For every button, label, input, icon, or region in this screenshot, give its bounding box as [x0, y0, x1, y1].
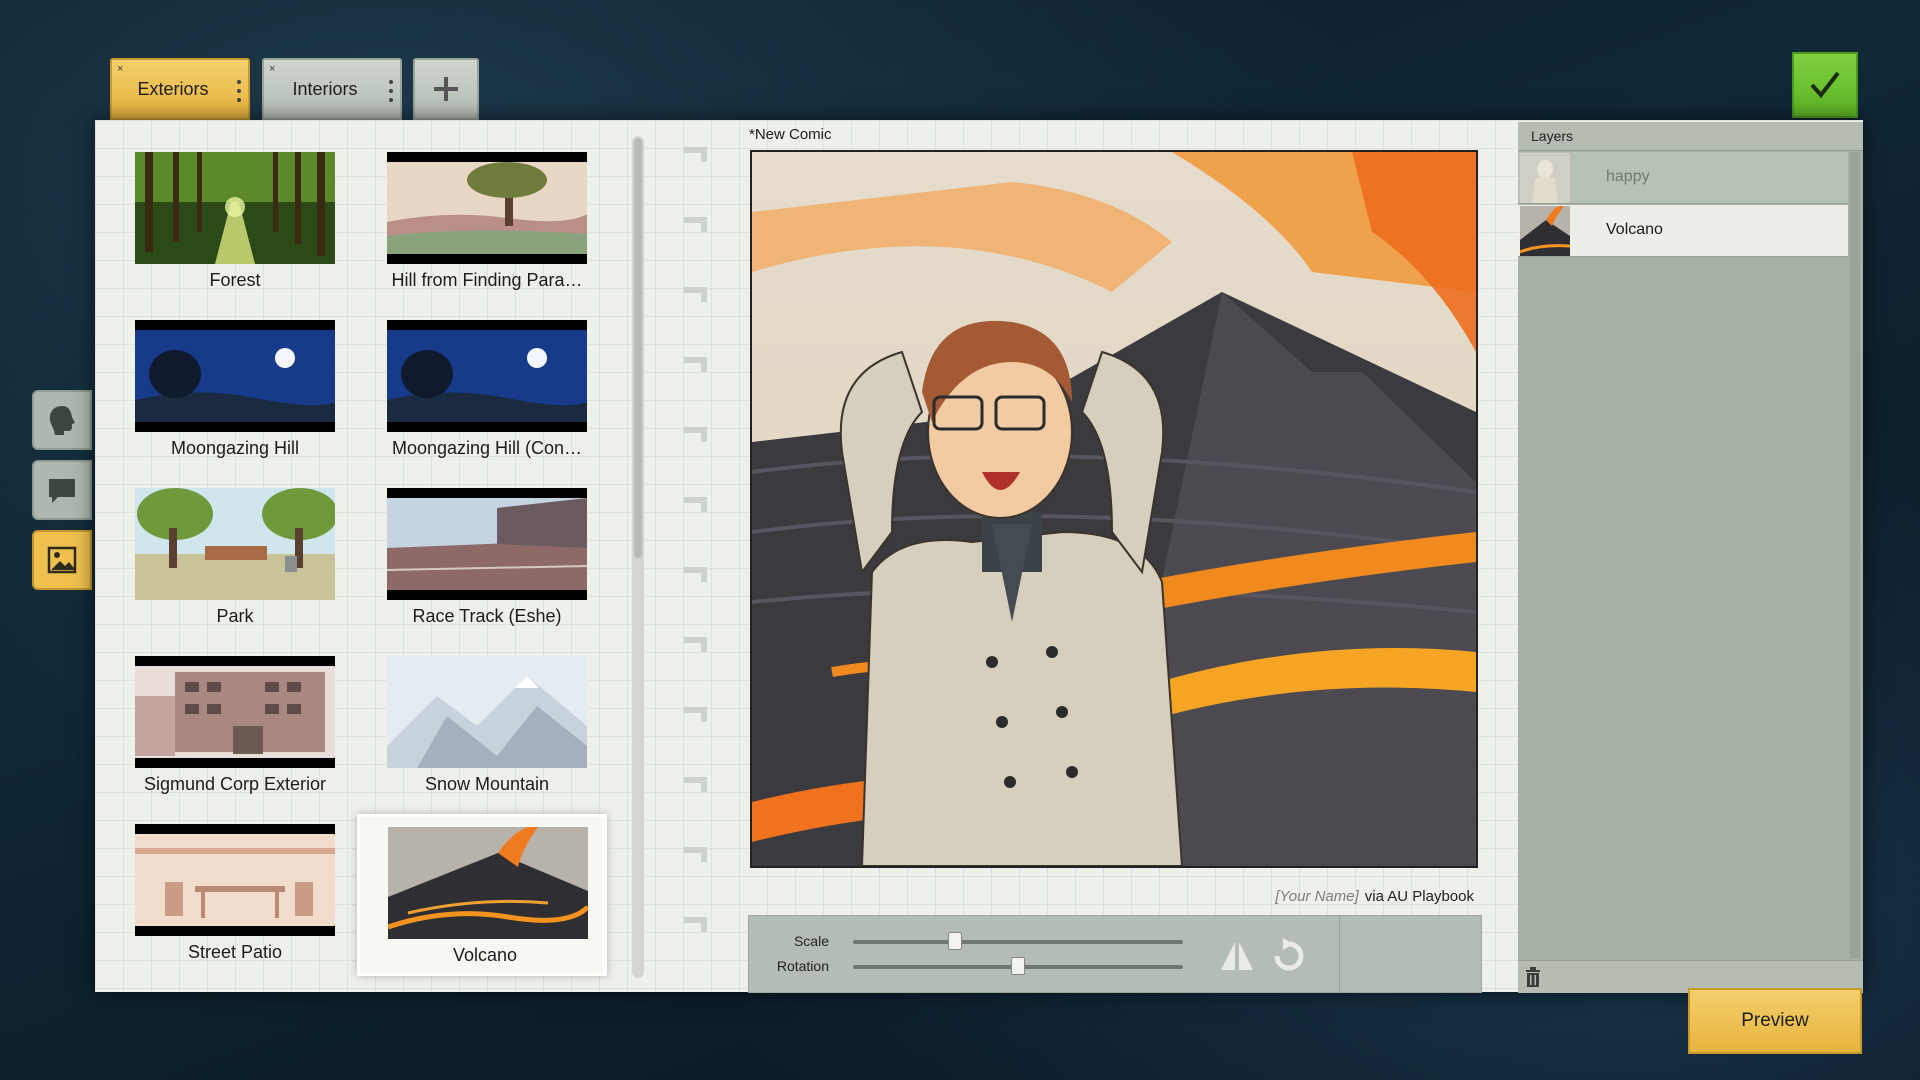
background-item-moongazing-hill-con[interactable]: Moongazing Hill (Con… — [377, 310, 627, 472]
document-title: *New Comic — [749, 126, 832, 143]
thumbnail — [135, 656, 335, 768]
tab-menu-icon[interactable] — [388, 80, 394, 102]
thumbnail — [135, 488, 335, 600]
layer-thumbnail — [1520, 153, 1570, 203]
plus-icon — [431, 74, 461, 104]
background-item-volcano[interactable]: Volcano — [357, 814, 607, 976]
tab-menu-icon[interactable] — [236, 80, 242, 102]
add-tab-button[interactable] — [413, 58, 479, 120]
background-item-street-patio[interactable]: Street Patio — [125, 814, 375, 976]
thumbnail-label: Forest — [125, 270, 345, 291]
tab-label: Interiors — [292, 79, 357, 100]
thumbnail-label: Park — [125, 606, 345, 627]
layer-item-volcano[interactable]: Volcano — [1518, 205, 1848, 257]
thumbnail — [387, 656, 587, 768]
thumbnail — [388, 827, 588, 939]
layer-name: Volcano — [1606, 221, 1663, 239]
scale-slider-knob[interactable] — [948, 932, 962, 950]
speech-tool-button[interactable] — [32, 460, 92, 520]
background-item-forest[interactable]: Forest — [125, 142, 375, 304]
thumbnail-label: Sigmund Corp Exterior — [125, 774, 345, 795]
thumbnail-label: Moongazing Hill (Con… — [377, 438, 597, 459]
layer-name: happy — [1606, 168, 1650, 186]
scale-slider[interactable] — [853, 940, 1183, 944]
background-item-race-track[interactable]: Race Track (Eshe) — [377, 478, 627, 640]
background-scrollbar-thumb[interactable] — [634, 138, 642, 558]
binder-rings — [676, 130, 716, 990]
thumbnail — [135, 824, 335, 936]
characters-tool-button[interactable] — [32, 390, 92, 450]
background-item-sigmund-corp[interactable]: Sigmund Corp Exterior — [125, 646, 375, 808]
background-item-hill[interactable]: Hill from Finding Para… — [377, 142, 627, 304]
credit-suffix: via AU Playbook — [1365, 888, 1474, 905]
thumbnail-label: Race Track (Eshe) — [377, 606, 597, 627]
comic-scene — [752, 152, 1476, 866]
flip-horizontal-icon[interactable] — [1217, 936, 1257, 976]
speech-bubble-icon — [45, 473, 79, 507]
character-head-icon — [44, 402, 80, 438]
divider — [1339, 916, 1340, 992]
thumbnail-label: Moongazing Hill — [125, 438, 345, 459]
background-grid: Forest Hill from Finding Para… — [125, 142, 625, 982]
rotation-slider-knob[interactable] — [1011, 957, 1025, 975]
layers-panel: Layers happy Volcano — [1518, 122, 1863, 992]
background-item-park[interactable]: Park — [125, 478, 375, 640]
checkmark-icon — [1807, 67, 1843, 103]
comic-canvas[interactable] — [750, 150, 1478, 868]
credit-name-placeholder[interactable]: [Your Name] — [1275, 888, 1358, 905]
credit-line: [Your Name] via AU Playbook — [1260, 888, 1474, 905]
layers-scrollbar[interactable] — [1850, 152, 1860, 958]
background-image-icon — [45, 543, 79, 577]
thumbnail — [387, 488, 587, 600]
thumbnail-label: Snow Mountain — [377, 774, 597, 795]
thumbnail — [387, 152, 587, 264]
layer-item-happy[interactable]: happy — [1518, 152, 1848, 204]
tab-exteriors[interactable]: × Exteriors — [110, 58, 250, 120]
thumbnail — [135, 152, 335, 264]
background-item-moongazing-hill[interactable]: Moongazing Hill — [125, 310, 375, 472]
layers-header: Layers — [1518, 122, 1863, 151]
layer-thumbnail — [1520, 206, 1570, 256]
thumbnail-label: Street Patio — [125, 942, 345, 963]
scale-label: Scale — [749, 933, 829, 949]
thumbnail-label: Hill from Finding Para… — [377, 270, 597, 291]
preview-button[interactable]: Preview — [1688, 988, 1862, 1054]
thumbnail-label: Volcano — [360, 945, 610, 966]
rotate-reset-icon[interactable] — [1269, 936, 1309, 976]
backgrounds-tool-button[interactable] — [32, 530, 92, 590]
thumbnail — [135, 320, 335, 432]
trash-icon[interactable] — [1524, 967, 1542, 987]
transform-controls: Scale Rotation — [748, 915, 1482, 993]
background-item-snow-mountain[interactable]: Snow Mountain — [377, 646, 627, 808]
confirm-button[interactable] — [1792, 52, 1858, 118]
layers-title: Layers — [1531, 128, 1573, 144]
tab-label: Exteriors — [137, 79, 208, 100]
tab-close-icon[interactable]: × — [117, 63, 123, 75]
rotation-label: Rotation — [749, 958, 829, 974]
tab-interiors[interactable]: × Interiors — [262, 58, 402, 120]
tab-close-icon[interactable]: × — [269, 63, 275, 75]
thumbnail — [387, 320, 587, 432]
